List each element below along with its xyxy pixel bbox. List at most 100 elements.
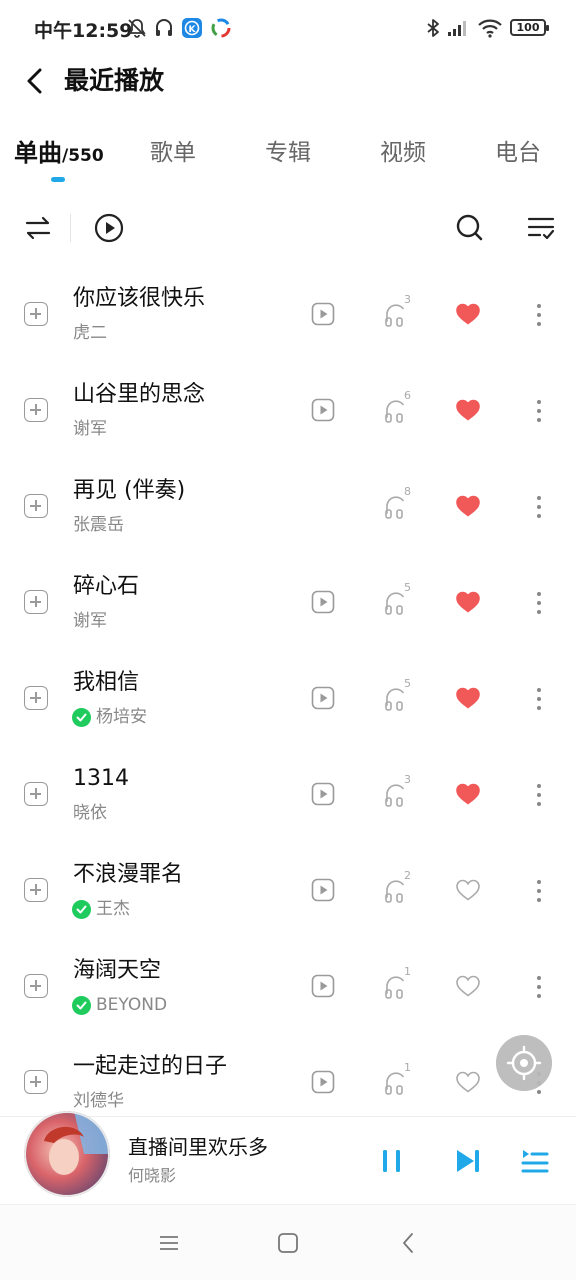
more-options-icon[interactable] xyxy=(530,494,548,520)
multi-select-icon[interactable] xyxy=(523,210,559,246)
song-title: 海阔天空 xyxy=(73,958,162,983)
play-all-icon[interactable] xyxy=(91,210,127,246)
floating-locate-button[interactable] xyxy=(496,1035,552,1091)
song-artist: BEYOND xyxy=(96,995,168,1015)
add-to-playlist-icon[interactable] xyxy=(24,302,48,326)
more-options-icon[interactable] xyxy=(530,686,548,712)
next-track-button[interactable] xyxy=(451,1144,485,1178)
quality-count: 5 xyxy=(404,581,411,594)
tab-playlists[interactable]: 歌单 xyxy=(150,136,196,170)
more-options-icon[interactable] xyxy=(530,782,548,808)
song-row[interactable]: 碎心石 谢军 5 xyxy=(0,554,576,650)
back-button[interactable] xyxy=(18,64,52,98)
like-heart-icon[interactable] xyxy=(455,782,481,806)
battery-icon: 100 xyxy=(510,19,549,36)
mv-play-icon[interactable] xyxy=(311,1070,335,1094)
mini-player[interactable]: 直播间里欢乐多 何晓影 xyxy=(0,1111,576,1204)
verified-icon xyxy=(72,996,91,1015)
song-row[interactable]: 1314 晓依 3 xyxy=(0,746,576,842)
song-artist: 虎二 xyxy=(73,323,107,343)
more-options-icon[interactable] xyxy=(530,878,548,904)
song-artist: 谢军 xyxy=(73,419,107,439)
system-nav-bar xyxy=(0,1204,576,1280)
song-title: 1314 xyxy=(73,766,129,791)
mv-play-icon[interactable] xyxy=(311,590,335,614)
more-options-icon[interactable] xyxy=(530,398,548,424)
pause-button[interactable] xyxy=(375,1144,409,1178)
add-to-playlist-icon[interactable] xyxy=(24,782,48,806)
home-icon[interactable] xyxy=(274,1229,302,1257)
song-row[interactable]: 再见 (伴奏) 张震岳 8 xyxy=(0,458,576,554)
sort-icon[interactable] xyxy=(20,210,56,246)
mv-play-icon[interactable] xyxy=(311,878,335,902)
song-title: 再见 (伴奏) xyxy=(73,478,186,503)
tab-singles[interactable]: 单曲/550 xyxy=(14,136,104,173)
now-playing-title: 直播间里欢乐多 xyxy=(128,1135,268,1159)
like-heart-icon[interactable] xyxy=(455,398,481,422)
verified-icon xyxy=(72,708,91,727)
mv-play-icon[interactable] xyxy=(311,782,335,806)
quality-count: 5 xyxy=(404,677,411,690)
song-title: 我相信 xyxy=(73,670,140,695)
more-options-icon[interactable] xyxy=(530,302,548,328)
song-row[interactable]: 你应该很快乐 虎二 3 xyxy=(0,266,576,362)
kugou-icon: K xyxy=(182,18,202,38)
mv-play-icon[interactable] xyxy=(311,302,335,326)
toolbar-divider xyxy=(70,214,71,242)
header: 最近播放 xyxy=(0,56,576,110)
like-heart-icon[interactable] xyxy=(455,302,481,326)
song-list: 你应该很快乐 虎二 3 山谷里的思念 谢军 6 再见 (伴奏) 张震岳 8 碎心… xyxy=(0,266,576,1116)
more-options-icon[interactable] xyxy=(530,590,548,616)
song-title: 你应该很快乐 xyxy=(73,286,206,311)
song-artist: 杨培安 xyxy=(96,707,147,727)
quality-count: 1 xyxy=(404,965,411,978)
add-to-playlist-icon[interactable] xyxy=(24,686,48,710)
mv-play-icon[interactable] xyxy=(311,686,335,710)
quality-count: 3 xyxy=(404,293,411,306)
add-to-playlist-icon[interactable] xyxy=(24,974,48,998)
more-options-icon[interactable] xyxy=(530,974,548,1000)
menu-icon[interactable] xyxy=(155,1229,183,1257)
like-heart-icon[interactable] xyxy=(455,686,481,710)
add-to-playlist-icon[interactable] xyxy=(24,398,48,422)
add-to-playlist-icon[interactable] xyxy=(24,590,48,614)
tab-videos[interactable]: 视频 xyxy=(380,136,426,170)
mv-play-icon[interactable] xyxy=(311,974,335,998)
nav-back-icon[interactable] xyxy=(395,1229,423,1257)
tab-singles-label: 单曲 xyxy=(14,139,62,167)
like-heart-icon[interactable] xyxy=(455,494,481,518)
quality-count: 2 xyxy=(404,869,411,882)
tab-albums[interactable]: 专辑 xyxy=(265,136,311,170)
song-title: 一起走过的日子 xyxy=(73,1054,228,1079)
mv-play-icon[interactable] xyxy=(311,398,335,422)
quality-count: 3 xyxy=(404,773,411,786)
like-heart-icon[interactable] xyxy=(455,1070,481,1094)
status-bar: 中午12:59 K 100 xyxy=(0,0,576,56)
like-heart-icon[interactable] xyxy=(455,590,481,614)
song-artist: 张震岳 xyxy=(73,515,124,535)
add-to-playlist-icon[interactable] xyxy=(24,1070,48,1094)
add-to-playlist-icon[interactable] xyxy=(24,494,48,518)
like-heart-icon[interactable] xyxy=(455,878,481,902)
now-playing-artist: 何晓影 xyxy=(128,1166,177,1185)
verified-icon xyxy=(72,900,91,919)
playlist-queue-button[interactable] xyxy=(518,1144,552,1178)
search-icon[interactable] xyxy=(452,210,488,246)
song-title: 碎心石 xyxy=(73,574,140,599)
song-row[interactable]: 山谷里的思念 谢军 6 xyxy=(0,362,576,458)
song-row[interactable]: 不浪漫罪名 王杰 2 xyxy=(0,842,576,938)
quality-count: 1 xyxy=(404,1061,411,1074)
album-art[interactable] xyxy=(24,1111,110,1197)
mute-icon xyxy=(128,19,146,38)
tab-radio[interactable]: 电台 xyxy=(495,136,541,170)
like-heart-icon[interactable] xyxy=(455,974,481,998)
song-artist: 王杰 xyxy=(96,899,130,919)
song-row[interactable]: 海阔天空 BEYOND 1 xyxy=(0,938,576,1034)
headset-icon xyxy=(156,19,172,36)
song-row[interactable]: 一起走过的日子 刘德华 1 xyxy=(0,1034,576,1116)
song-row[interactable]: 我相信 杨培安 5 xyxy=(0,650,576,746)
tab-bar: 单曲/550 歌单 专辑 视频 电台 xyxy=(0,128,576,188)
bluetooth-icon xyxy=(427,19,439,37)
tab-singles-count: /550 xyxy=(62,146,104,166)
add-to-playlist-icon[interactable] xyxy=(24,878,48,902)
